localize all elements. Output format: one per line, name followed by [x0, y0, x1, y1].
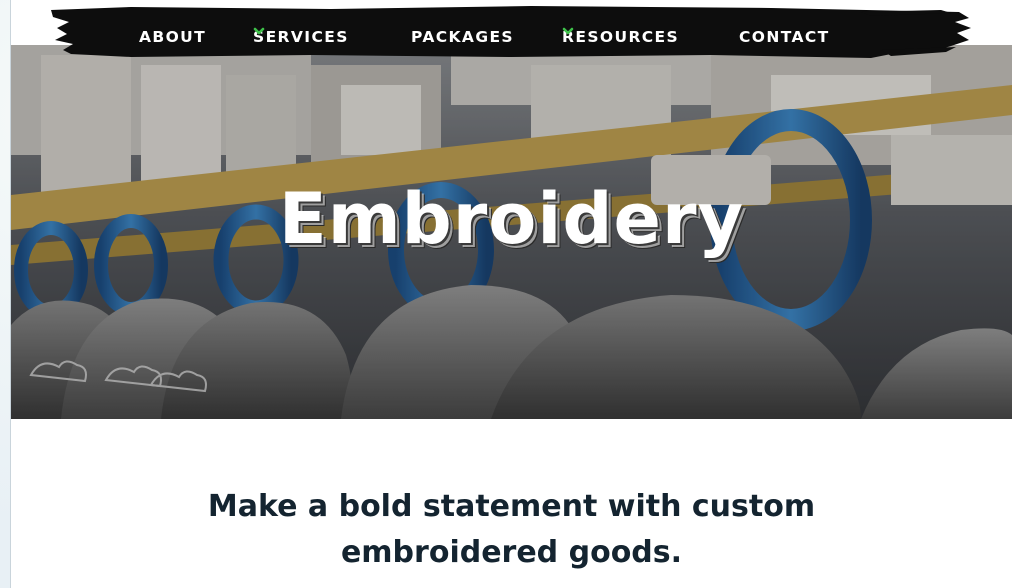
nav-item-label: SERVICES	[253, 28, 349, 46]
chevron-down-icon	[562, 27, 698, 43]
nav-item-services[interactable]: SERVICES	[253, 26, 368, 48]
hero-banner: Embroidery	[11, 45, 1012, 419]
hero-title: Embroidery	[278, 178, 745, 260]
nav-item-label: RESOURCES	[562, 28, 680, 46]
nav-item-packages[interactable]: PACKAGES	[411, 26, 514, 48]
chevron-down-icon	[253, 27, 368, 43]
intro-heading-line-2: embroidered goods.	[340, 535, 683, 570]
intro-heading-line-1: Make a bold statement with custom	[207, 489, 816, 524]
page-card: Embroidery ABOUT SERVICES PACKAGES RESOU…	[11, 0, 1012, 588]
nav-item-label: ABOUT	[139, 28, 207, 46]
nav-item-about[interactable]: ABOUT	[139, 26, 206, 48]
nav-item-label: CONTACT	[739, 28, 830, 46]
main-navigation: ABOUT SERVICES PACKAGES RESOURCES CONTAC…	[11, 0, 1012, 70]
nav-item-resources[interactable]: RESOURCES	[562, 26, 698, 48]
intro-heading: Make a bold statement with custom embroi…	[11, 484, 1012, 576]
nav-item-label: PACKAGES	[411, 28, 514, 46]
nav-item-contact[interactable]: CONTACT	[739, 26, 830, 48]
